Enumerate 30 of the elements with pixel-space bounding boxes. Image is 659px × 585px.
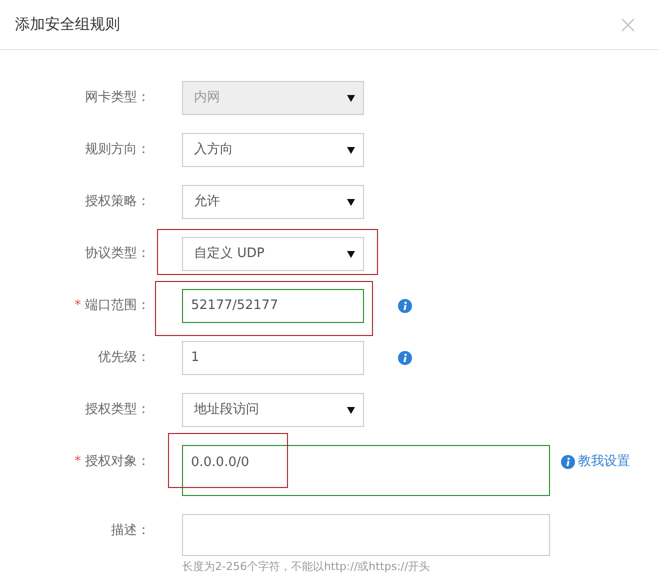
- dialog-title: 添加安全组规则: [15, 14, 120, 36]
- dropdown[interactable]: 自定义 UDP: [182, 237, 364, 271]
- dropdown[interactable]: 入方向: [182, 133, 364, 167]
- info-icon: [398, 299, 412, 313]
- info-icon: [561, 455, 575, 469]
- field-label: 授权策略：: [85, 193, 150, 212]
- dropdown[interactable]: 允许: [182, 185, 364, 219]
- caret-icon: [347, 250, 355, 258]
- input-field[interactable]: 1: [182, 341, 364, 375]
- text-area[interactable]: [182, 514, 550, 556]
- field-label: 授权类型：: [85, 401, 150, 420]
- field-label: 授权对象：: [85, 453, 150, 472]
- required-asterisk: *: [74, 453, 81, 472]
- field-label: 规则方向：: [85, 141, 150, 160]
- caret-icon: [347, 94, 355, 102]
- dropdown[interactable]: 地址段访问: [182, 393, 364, 427]
- field-label: 优先级：: [98, 349, 150, 368]
- text-area[interactable]: 0.0.0.0/0: [182, 445, 550, 496]
- required-asterisk: *: [74, 297, 81, 316]
- input-field[interactable]: 52177/52177: [182, 289, 364, 323]
- hint-text: 长度为2-256个字符，不能以http://或https://开头: [182, 559, 432, 575]
- help-link[interactable]: 教我设置: [578, 452, 630, 472]
- caret-icon: [347, 406, 355, 414]
- field-label: 描述：: [111, 522, 150, 540]
- caret-icon: [347, 198, 355, 206]
- field-label: 协议类型：: [85, 245, 150, 264]
- info-icon: [398, 351, 412, 365]
- field-label: 端口范围：: [85, 297, 150, 316]
- caret-icon: [347, 146, 355, 154]
- field-label: 网卡类型：: [85, 89, 150, 108]
